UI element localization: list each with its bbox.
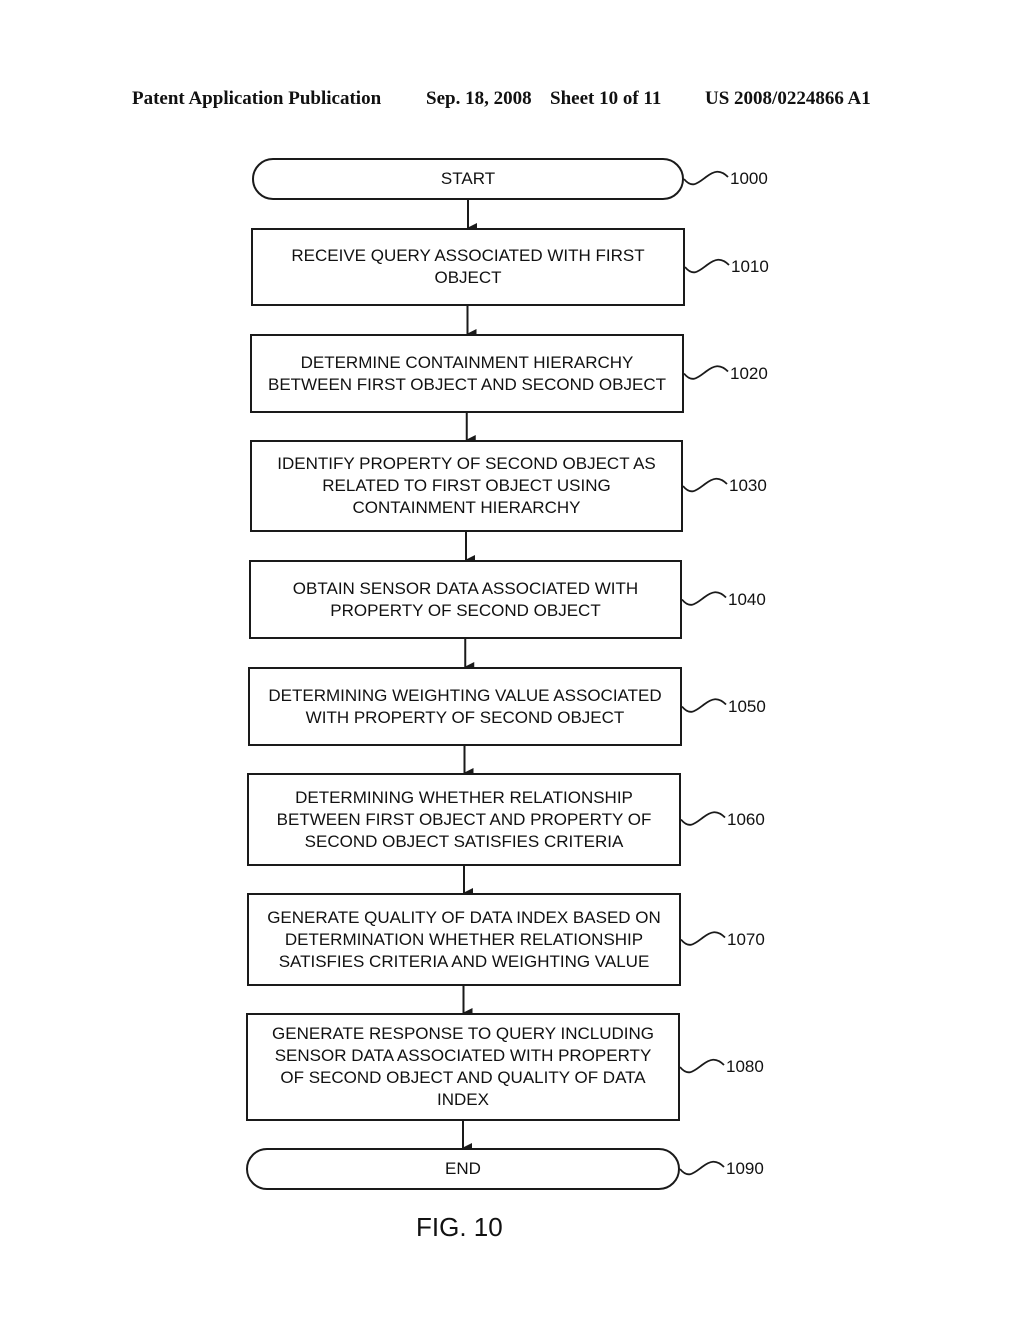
terminal-start: START <box>252 158 684 200</box>
reference-numeral: 1030 <box>729 476 767 495</box>
terminal-end: END <box>246 1148 680 1190</box>
reference-leader-line <box>680 811 726 826</box>
process-step-1010: RECEIVE QUERY ASSOCIATED WITH FIRST OBJE… <box>251 228 685 306</box>
reference-numeral: 1010 <box>731 257 769 276</box>
step-text: START <box>440 169 496 188</box>
reference-leader-line <box>679 1160 725 1176</box>
patent-header: Patent Application Publication Sep. 18, … <box>132 88 882 114</box>
process-step-1070: GENERATE QUALITY OF DATA INDEX BASED ON … <box>247 893 681 986</box>
publication-title: Patent Application Publication <box>132 88 382 109</box>
reference-numeral: 1070 <box>727 929 765 949</box>
step-text: RECEIVE QUERY ASSOCIATED WITH FIRST OBJE… <box>291 246 645 287</box>
reference-leader-line <box>679 1058 725 1074</box>
reference-numeral: 1060 <box>727 809 765 829</box>
step-text: GENERATE QUALITY OF DATA INDEX BASED ON … <box>267 907 661 971</box>
reference-numeral: 1020 <box>730 363 768 383</box>
process-step-1060: DETERMINING WHETHER RELATIONSHIP BETWEEN… <box>247 773 681 866</box>
process-step-1040: OBTAIN SENSOR DATA ASSOCIATED WITH PROPE… <box>249 560 682 639</box>
patent-number: US 2008/0224866 A1 <box>705 88 871 109</box>
reference-leader-line <box>682 477 728 493</box>
step-text: IDENTIFY PROPERTY OF SECOND OBJECT AS RE… <box>277 454 656 517</box>
process-step-1050: DETERMINING WEIGHTING VALUE ASSOCIATED W… <box>248 667 682 746</box>
step-text: DETERMINING WHETHER RELATIONSHIP BETWEEN… <box>276 787 652 851</box>
step-text: GENERATE RESPONSE TO QUERY INCLUDING SEN… <box>272 1024 654 1109</box>
reference-numeral: 1090 <box>726 1159 764 1178</box>
step-text: DETERMINE CONTAINMENT HIERARCHY BETWEEN … <box>268 352 666 394</box>
step-text: DETERMINING WEIGHTING VALUE ASSOCIATED W… <box>268 685 662 727</box>
reference-numeral: 1080 <box>726 1057 764 1076</box>
publication-date: Sep. 18, 2008 <box>426 88 532 109</box>
process-step-1080: GENERATE RESPONSE TO QUERY INCLUDING SEN… <box>246 1013 680 1121</box>
figure-label: FIG. 10 <box>416 1212 503 1242</box>
reference-leader-line <box>681 698 727 713</box>
step-text: END <box>445 1159 481 1178</box>
reference-numeral: 1040 <box>728 589 766 609</box>
reference-leader-line <box>681 591 727 606</box>
sheet-number: Sheet 10 of 11 <box>550 88 662 109</box>
process-step-1020: DETERMINE CONTAINMENT HIERARCHY BETWEEN … <box>250 334 684 413</box>
step-text: OBTAIN SENSOR DATA ASSOCIATED WITH PROPE… <box>292 578 639 620</box>
reference-leader-line <box>683 365 729 380</box>
reference-numeral: 1000 <box>730 169 768 188</box>
process-step-1030: IDENTIFY PROPERTY OF SECOND OBJECT AS RE… <box>250 440 683 532</box>
reference-numeral: 1050 <box>728 696 766 716</box>
reference-leader-line <box>683 170 729 186</box>
reference-leader-line <box>680 931 726 946</box>
reference-leader-line <box>684 258 730 274</box>
